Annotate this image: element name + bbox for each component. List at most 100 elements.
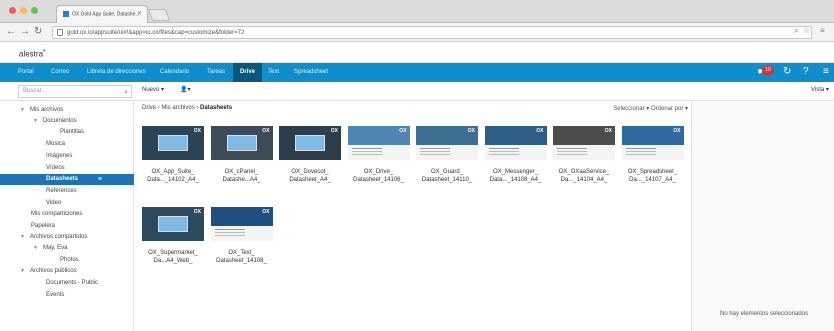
close-tab-icon[interactable]: ✕ [137,10,142,17]
folder-photos[interactable]: Photos [60,255,79,266]
file-name-line1: OX_Messenger_ [492,169,539,175]
breadcrumb-mis-archivos[interactable]: Mis archivos [161,105,194,111]
file-tile[interactable]: OX OX_Dovecot_ Datasheet_A4_ [279,126,341,184]
minimize-window-button[interactable] [20,7,27,14]
file-browser: Drive › Mis archivos › Datasheets Selecc… [135,101,691,331]
ox-logo: OX [330,128,338,134]
file-name-line1: OX_Spreadsheet_ [627,169,678,175]
breadcrumb-current: Datasheets [200,105,233,111]
file-tile[interactable]: OX OX_cPanel_ Datashe...A4_ [210,126,273,184]
folder-mis-archivos[interactable]: ▼ Mis archivos [20,105,63,116]
address-bar[interactable]: gold.ox.io/appsuite/ui#!&app=io.ox/files… [52,26,812,39]
caret-down-icon[interactable]: ▼ [33,245,38,251]
file-name-line2: Da..._14104_A4_ [560,177,608,183]
file-name: OX_Dovecot_ Datasheet_A4_ [279,168,341,184]
folder-label: Imágenes [46,153,73,159]
caret-down-icon[interactable]: ▼ [33,118,38,124]
back-arrow-icon[interactable]: ← [6,26,16,38]
caret-down-icon[interactable]: ▼ [20,234,25,240]
file-tile[interactable]: OX OX_Text_ Datasheet_14108_ [210,207,273,265]
folder-references[interactable]: References [46,186,77,197]
folder-documentos[interactable]: ▼ Documentos [33,116,77,127]
file-tile[interactable]: OX OX_OXaaService_ Da..._14104_A4_ [553,126,615,184]
file-tile[interactable]: OX OX_Messenger_ Data..._14108_A4_ [484,126,547,184]
folder-plantillas[interactable]: Plantillas [60,127,84,138]
folder-videos[interactable]: Vídeos [46,163,65,174]
nav-text[interactable]: Text [268,63,279,82]
nav-drive[interactable]: Drive [233,63,263,82]
select-sort-controls[interactable]: Seleccionar ▾ Ordenar por ▾ [613,105,688,112]
nav-calendario[interactable]: Calendario [160,63,189,82]
file-name-line2: Datasheet_14110_ [421,177,473,183]
zoom-icon[interactable]: ⌕ [794,26,798,36]
folder-options-icon[interactable]: ≡ [98,174,102,185]
close-window-button[interactable] [9,7,16,14]
share-button[interactable]: 👤▾ [180,86,191,93]
file-name: OX_Spreadsheet_ Da..._14107_A4_ [622,168,684,184]
file-name: OX_Supermarket_ Da...A4_Web_ [142,249,204,265]
folder-label: Plantillas [60,129,85,135]
browser-menu-icon[interactable]: ≡ [820,26,825,35]
folder-documents-public[interactable]: Documents - Public [46,278,98,289]
forward-arrow-icon[interactable]: → [20,26,30,38]
file-name-line2: Data..._14102_A4_ [147,177,199,183]
file-name-line1: OX_cPanel_ [224,169,259,175]
nav-portal[interactable]: Portal [18,63,34,82]
settings-menu-icon[interactable]: ≡ [823,66,829,78]
thumbnail-text-lines [420,148,450,149]
new-tab-button[interactable] [147,9,171,21]
file-tile[interactable]: OX OX_Spreadsheet_ Da..._14107_A4_ [621,126,684,184]
file-thumbnail: OX [416,126,478,160]
notification-badge[interactable]: 10 [762,66,774,75]
browser-tab[interactable]: OX Gold App Suite, Datashe... ✕ [56,5,148,23]
file-name-line2: Datasheet_14106_ [353,177,404,183]
caret-down-icon[interactable]: ▼ [20,268,25,274]
file-tile[interactable]: OX OX_App_Suite_ Data..._14102_A4_ [142,126,204,184]
browser-tab-title: OX Gold App Suite, Datashe... [72,11,140,18]
folder-archivos-compartidos[interactable]: ▼ Archivos compartidos [20,232,87,243]
folder-may-eva[interactable]: ▼ May, Eva [33,243,68,254]
folder-video[interactable]: Video [46,198,61,209]
file-tile[interactable]: OX OX_Supermarket_ Da...A4_Web_ [142,207,204,265]
folder-mis-comparticiones[interactable]: Mis comparticiones [31,209,82,220]
folder-sidebar: ▼ Mis archivos ▼ Documentos Plantillas Mús… [0,101,134,331]
folder-archivos-publicos[interactable]: ▼ Archivos públicos [20,266,77,277]
search-icon[interactable]: ⌕ [124,87,128,98]
caret-down-icon[interactable]: ▼ [20,107,25,113]
file-tile[interactable]: OX OX_Drive_ Datasheet_14106_ [347,126,410,184]
new-button[interactable]: Nuevo ▾ [142,86,164,93]
nav-tareas[interactable]: Tareas [207,63,225,82]
nav-spreadsheet[interactable]: Spreadsheet [294,63,328,82]
file-name-line2: Da...A4_Web_ [153,258,193,264]
ox-logo: OX [193,128,201,134]
folder-label: Música [46,141,66,147]
folder-datasheets[interactable]: Datasheets ≡ [0,174,134,185]
folder-label: Archivos compartidos [29,234,88,240]
page-icon [57,29,63,36]
nav-correo[interactable]: Correo [51,63,69,82]
folder-musica[interactable]: Música [46,139,65,150]
folder-label: Mis archivos [29,107,64,113]
view-button[interactable]: Vista ▾ [811,86,829,93]
maximize-window-button[interactable] [31,7,38,14]
thumbnail-device-graphic [295,135,325,151]
detail-panel: No hay elementos seleccionados [691,101,834,331]
help-icon[interactable]: ? [803,66,809,78]
top-navigation: Portal Correo Libreta de direcciones Cal… [0,63,834,82]
folder-imagenes[interactable]: Imágenes [46,151,72,162]
folder-events[interactable]: Events [46,290,64,301]
nav-libreta[interactable]: Libreta de direcciones [87,63,146,82]
file-name: OX_Guard_ Datasheet_14110_ [416,168,478,184]
file-name-line1: OX_OXaaService_ [558,169,610,175]
refresh-icon[interactable]: ↻ [783,66,791,78]
app-name-dot: • [43,48,46,55]
folder-papelera[interactable]: Papelera [31,221,55,232]
thumbnail-text-lines [351,148,382,149]
ox-logo: OX [262,128,270,134]
reload-icon[interactable]: ↻ [34,26,42,38]
bookmark-star-icon[interactable]: ☆ [803,26,810,35]
breadcrumb-drive[interactable]: Drive [142,105,156,111]
thumbnail-device-graphic [158,216,188,232]
search-input[interactable]: Buscar... ⌕ [18,85,132,98]
file-tile[interactable]: OX OX_Guard_ Datasheet_14110_ [416,126,478,184]
